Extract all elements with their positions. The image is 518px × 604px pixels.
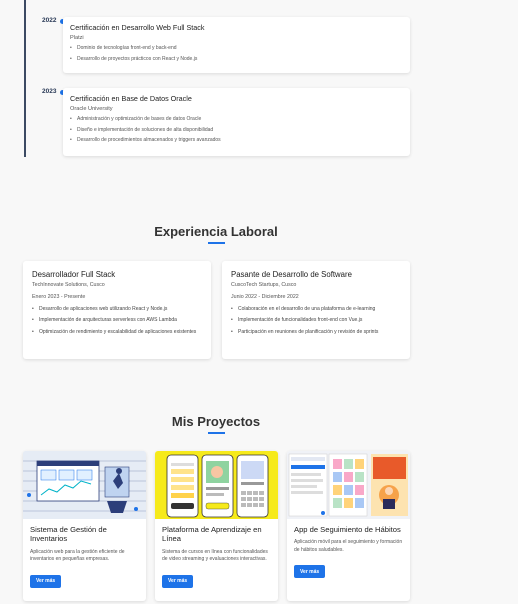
view-more-button[interactable]: Ver más [162, 574, 194, 588]
job-point: Implementación de arquitecturas serverle… [32, 317, 202, 324]
job-period: Junio 2022 - Diciembre 2022 [231, 294, 299, 300]
job-point: Implementación de funcionalidades front-… [231, 317, 401, 324]
job-company: TechInnovate Solutions, Cusco [32, 282, 105, 288]
job-period: Enero 2023 - Presente [32, 294, 86, 300]
projects-heading: Mis Proyectos [171, 414, 261, 429]
timeline-year: 2022 [42, 17, 57, 24]
heading-underline [208, 242, 225, 244]
timeline-card-point: Desarrollo de procedimientos almacenados… [70, 137, 403, 143]
timeline-card-point: Diseño e implementación de soluciones de… [70, 127, 403, 133]
timeline-line [24, 0, 26, 157]
project-title: Sistema de Gestión de Inventarios [30, 525, 107, 544]
project-card: Plataforma de Aprendizaje en Línea Siste… [155, 451, 278, 601]
project-image-habits [287, 451, 410, 519]
project-card: Sistema de Gestión de Inventarios Aplica… [23, 451, 146, 601]
project-title: App de Seguimiento de Hábitos [294, 525, 401, 534]
experience-card: Desarrollador Full Stack TechInnovate So… [23, 261, 211, 359]
timeline-card: Certificación en Desarrollo Web Full Sta… [63, 17, 410, 73]
timeline-card-point: Desarrollo de proyectos prácticos con Re… [70, 56, 403, 62]
project-image-inventory [23, 451, 146, 519]
project-description: Aplicación móvil para el seguimiento y f… [294, 539, 403, 553]
job-company: CuscoTech Startups, Cusco [231, 282, 297, 288]
project-image-learning [155, 451, 278, 519]
job-point: Colaboración en el desarrollo de una pla… [231, 306, 401, 313]
project-card: App de Seguimiento de Hábitos Aplicación… [287, 451, 410, 601]
view-more-button[interactable]: Ver más [294, 565, 326, 579]
timeline-card-point: Administración y optimización de bases d… [70, 116, 403, 122]
project-description: Sistema de cursos en línea con funcional… [162, 548, 268, 563]
timeline-card: Certificación en Base de Datos Oracle Or… [63, 88, 410, 156]
job-title: Pasante de Desarrollo de Software [231, 270, 352, 279]
view-more-button[interactable]: Ver más [30, 574, 62, 588]
timeline-card-point: Dominio de tecnologías front-end y back-… [70, 45, 403, 51]
job-point: Optimización de rendimiento y escalabili… [32, 329, 202, 336]
experience-card: Pasante de Desarrollo de Software CuscoT… [222, 261, 410, 359]
job-point: Participación en reuniones de planificac… [231, 329, 401, 336]
timeline-year: 2023 [42, 88, 57, 95]
timeline-card-title: Certificación en Base de Datos Oracle [70, 94, 192, 103]
project-description: Aplicación web para la gestión eficiente… [30, 548, 125, 563]
timeline-card-org: Oracle University [70, 106, 113, 112]
experience-heading: Experiencia Laboral [154, 224, 278, 239]
certifications-timeline: 2022 Certificación en Desarrollo Web Ful… [0, 0, 518, 160]
job-title: Desarrollador Full Stack [32, 270, 116, 279]
timeline-card-org: Platzi [70, 35, 84, 41]
job-point: Desarrollo de aplicaciones web utilizand… [32, 306, 202, 313]
heading-underline [208, 432, 225, 434]
timeline-card-title: Certificación en Desarrollo Web Full Sta… [70, 23, 205, 32]
project-title: Plataforma de Aprendizaje en Línea [162, 525, 262, 544]
